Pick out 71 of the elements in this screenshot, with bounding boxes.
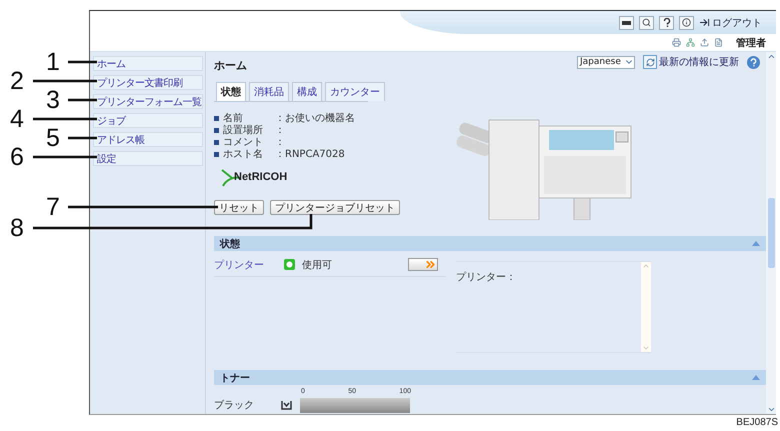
logo: NetRICOH xyxy=(234,171,288,183)
double-chevron-icon xyxy=(424,258,437,271)
details-button[interactable] xyxy=(408,258,438,271)
sidebar-item[interactable]: ジョブ xyxy=(93,113,203,128)
tab[interactable]: 構成 xyxy=(292,82,322,101)
device-name: プリンター xyxy=(214,258,265,272)
tab[interactable]: 消耗品 xyxy=(249,82,289,101)
leader-line xyxy=(33,80,97,82)
status-icon xyxy=(284,259,295,270)
info-icon[interactable] xyxy=(679,16,694,30)
logout-link[interactable]: ログアウト xyxy=(699,16,762,30)
tab[interactable]: カウンター xyxy=(325,82,385,101)
toner-icon xyxy=(281,400,292,410)
bullet-icon xyxy=(214,152,219,156)
scroll-up-icon[interactable] xyxy=(766,52,776,61)
section-header[interactable]: 状態 xyxy=(214,236,766,251)
sidebar-item[interactable]: プリンターフォーム一覧 xyxy=(93,94,203,109)
callout-number: 2 xyxy=(10,71,24,91)
user-name: 管理者 xyxy=(736,36,766,50)
toner-color-name: ブラック xyxy=(214,398,255,412)
message-label: プリンター： xyxy=(456,270,517,285)
info-label: ホスト名 xyxy=(223,148,264,161)
collapse-icon[interactable] xyxy=(752,375,760,380)
sidebar-item[interactable]: アドレス帳 xyxy=(93,132,203,147)
status-text: 使用可 xyxy=(302,258,333,272)
info-value: ：お使いの機器名 xyxy=(275,112,355,125)
logout-icon xyxy=(699,17,710,28)
callout-number: 7 xyxy=(46,197,60,217)
leader-line xyxy=(68,60,97,64)
sidebar-item[interactable]: 設定 xyxy=(93,151,203,166)
refresh-link[interactable]: 最新の情報に更新 xyxy=(643,55,739,69)
section-header[interactable]: トナー xyxy=(214,370,766,385)
callout-number: 6 xyxy=(10,147,24,167)
callout-number: 5 xyxy=(46,128,60,148)
info-value: ： xyxy=(275,124,285,137)
info-value: ： xyxy=(275,136,285,149)
sidebar-item[interactable]: プリンター文書印刷 xyxy=(93,75,203,90)
upload-icon[interactable] xyxy=(700,38,709,47)
callout-number: 4 xyxy=(10,109,24,129)
reset-button[interactable]: リセット xyxy=(214,200,264,215)
scrollbar[interactable] xyxy=(766,52,776,414)
info-label: 名前 xyxy=(223,112,244,124)
tab[interactable]: 状態 xyxy=(216,82,246,101)
leader-line xyxy=(33,156,97,158)
info-label: 設置場所 xyxy=(223,124,264,137)
page-title: ホーム xyxy=(214,58,247,72)
callout-number: 1 xyxy=(46,52,60,72)
network-icon[interactable] xyxy=(686,38,695,47)
collapse-icon[interactable] xyxy=(752,241,760,246)
section-title: 状態 xyxy=(220,238,240,250)
reset-button[interactable]: プリンタージョブリセット xyxy=(270,200,400,215)
search-icon[interactable] xyxy=(639,16,654,30)
figure-code: BEJ087S xyxy=(736,417,778,428)
leader-line xyxy=(33,118,97,120)
info-label: コメント xyxy=(223,136,264,149)
bullet-icon xyxy=(214,116,219,120)
scroll-down-icon[interactable] xyxy=(766,405,776,414)
help-icon[interactable] xyxy=(659,16,674,30)
info-value: ：RNPCA7028 xyxy=(275,148,345,161)
sidebar-item[interactable]: ホーム xyxy=(93,56,203,71)
bullet-icon xyxy=(214,128,219,132)
bullet-icon xyxy=(214,140,219,144)
callout-number: 8 xyxy=(10,218,24,238)
callout-number: 3 xyxy=(46,90,60,110)
leader-line xyxy=(68,98,97,102)
document-icon[interactable] xyxy=(714,38,723,47)
leader-line xyxy=(68,136,97,140)
section-title: トナー xyxy=(220,372,250,384)
printer-icon[interactable] xyxy=(672,38,681,47)
language-select[interactable]: Japanese xyxy=(577,56,635,68)
refresh-icon xyxy=(646,58,654,66)
